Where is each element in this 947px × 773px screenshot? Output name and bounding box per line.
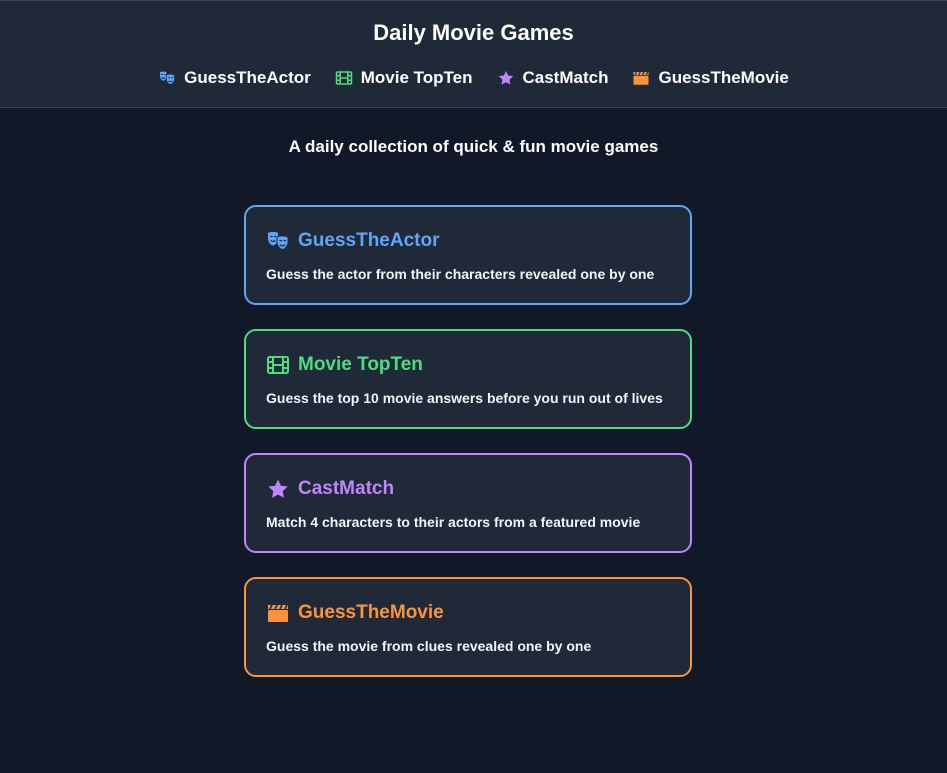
card-title: Movie TopTen [298, 354, 423, 375]
tagline: A daily collection of quick & fun movie … [288, 137, 659, 156]
card-description: Guess the top 10 movie answers before yo… [266, 390, 663, 406]
game-card-guess-the-movie[interactable]: GuessTheMovie Guess the movie from clues… [244, 577, 692, 677]
nav-item-guess-the-actor[interactable]: GuessTheActor [158, 67, 311, 89]
film-icon [335, 69, 353, 87]
theater-masks-icon [158, 69, 176, 87]
top-nav: GuessTheActor Movie TopTen CastMatch Gue… [0, 67, 947, 89]
site-title: Daily Movie Games [373, 20, 574, 45]
card-description: Match 4 characters to their actors from … [266, 514, 641, 530]
card-description: Guess the actor from their characters re… [266, 266, 655, 282]
card-title: CastMatch [298, 478, 395, 499]
card-header: GuessTheActor [266, 229, 439, 253]
nav-item-label: Movie TopTen [360, 68, 473, 87]
nav-item-label: GuessTheActor [184, 68, 311, 87]
card-title: GuessTheActor [298, 230, 440, 251]
nav-item-label: CastMatch [522, 68, 609, 87]
game-list: GuessTheActor Guess the actor from their… [244, 205, 692, 701]
clapperboard-icon [632, 69, 650, 87]
card-header: CastMatch [266, 477, 394, 501]
site-header: Daily Movie Games GuessTheActor Movie To… [0, 0, 947, 108]
film-icon [266, 353, 290, 377]
card-header: Movie TopTen [266, 353, 423, 377]
game-card-guess-the-actor[interactable]: GuessTheActor Guess the actor from their… [244, 205, 692, 305]
game-card-movie-topten[interactable]: Movie TopTen Guess the top 10 movie answ… [244, 329, 692, 429]
clapperboard-icon [266, 601, 290, 625]
nav-item-label: GuessTheMovie [658, 68, 789, 87]
star-icon [497, 69, 515, 87]
star-icon [266, 477, 290, 501]
nav-item-guess-the-movie[interactable]: GuessTheMovie [632, 67, 789, 89]
nav-item-movie-topten[interactable]: Movie TopTen [335, 67, 473, 89]
game-card-castmatch[interactable]: CastMatch Match 4 characters to their ac… [244, 453, 692, 553]
card-description: Guess the movie from clues revealed one … [266, 638, 592, 654]
card-title: GuessTheMovie [298, 602, 444, 623]
nav-item-castmatch[interactable]: CastMatch [497, 67, 609, 89]
card-header: GuessTheMovie [266, 601, 444, 625]
theater-masks-icon [266, 229, 290, 253]
